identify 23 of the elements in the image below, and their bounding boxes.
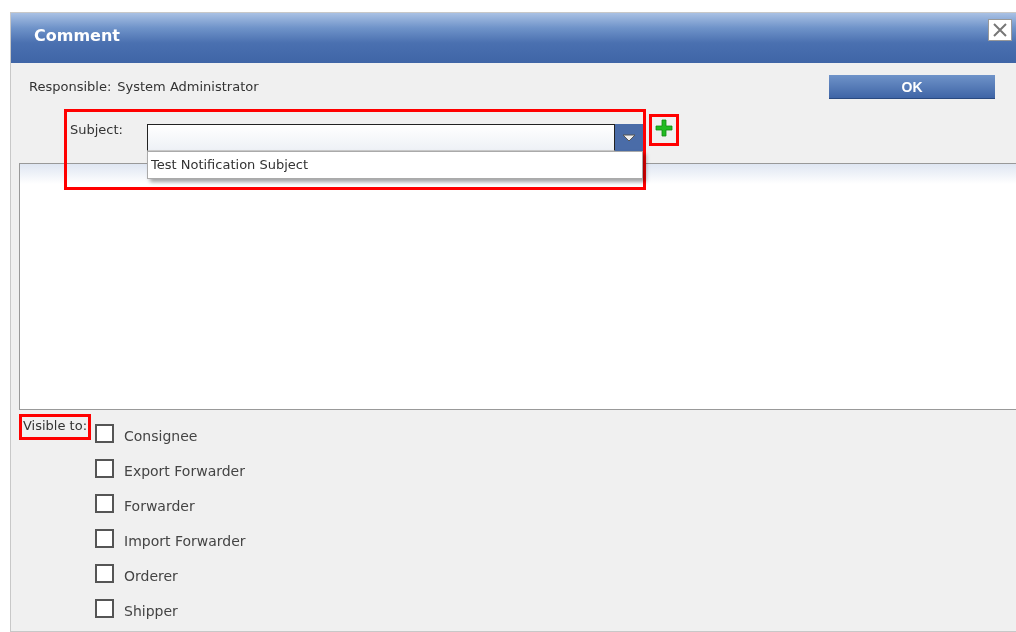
visible-to-label: Visible to: bbox=[19, 414, 92, 440]
add-icon[interactable] bbox=[655, 119, 673, 137]
checkbox[interactable] bbox=[95, 493, 115, 513]
checkbox[interactable] bbox=[95, 528, 115, 548]
ok-button[interactable]: OK bbox=[829, 75, 995, 99]
dropdown-option[interactable]: Test Notification Subject bbox=[148, 152, 642, 178]
checkbox[interactable] bbox=[95, 563, 115, 583]
checkbox-label: Orderer bbox=[124, 568, 178, 584]
checkbox[interactable] bbox=[95, 598, 115, 618]
caret-icon bbox=[622, 133, 636, 142]
close-icon[interactable] bbox=[988, 19, 1012, 41]
checkbox[interactable] bbox=[95, 423, 115, 443]
checkbox-label: Shipper bbox=[124, 603, 178, 619]
checkbox-label: Export Forwarder bbox=[124, 463, 245, 479]
window-title: Comment bbox=[34, 26, 120, 45]
responsible-label: Responsible: bbox=[29, 79, 112, 96]
checkbox[interactable] bbox=[95, 458, 115, 478]
subject-dropdown[interactable] bbox=[147, 124, 643, 151]
checkbox-label: Import Forwarder bbox=[124, 533, 246, 549]
checkbox-label: Consignee bbox=[124, 428, 198, 444]
subject-label: Subject: bbox=[70, 122, 124, 139]
responsible-value: System Administrator bbox=[117, 79, 259, 96]
checkbox-label: Forwarder bbox=[124, 498, 195, 514]
